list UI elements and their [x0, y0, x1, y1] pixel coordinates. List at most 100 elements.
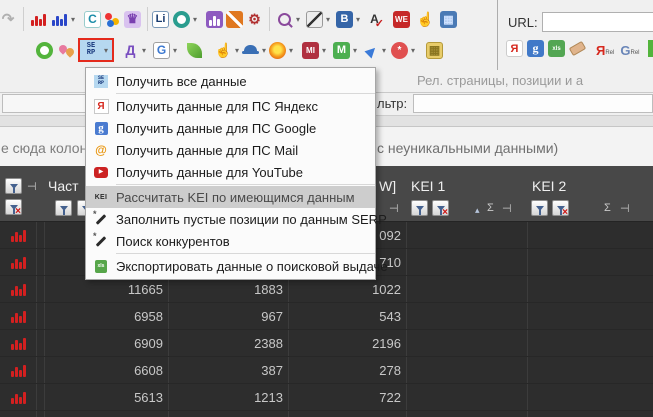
pin-icon[interactable]: ⊣ — [502, 204, 512, 215]
white-bars-icon — [209, 12, 220, 26]
pin-icon[interactable]: ⊣ — [27, 182, 37, 193]
dropdown-caret[interactable]: ▾ — [353, 15, 363, 24]
red-robot-button[interactable]: * — [391, 41, 408, 59]
table-row[interactable]: 11665 1883 1022 — [0, 276, 653, 303]
dropdown-caret[interactable]: ▾ — [323, 15, 333, 24]
o-ring-button[interactable] — [36, 41, 53, 59]
colored-dots-button[interactable] — [104, 11, 121, 28]
row-chart-icon[interactable] — [10, 363, 26, 377]
purple-chart-button[interactable] — [206, 10, 223, 28]
dropdown-caret[interactable]: ▾ — [190, 15, 200, 24]
filter-funnel-button[interactable] — [55, 200, 72, 216]
menu-item-get-youtube[interactable]: ▶ Получить данные для YouTube — [86, 161, 375, 183]
filter-funnel-button[interactable] — [411, 200, 428, 216]
header-w-fragment[interactable]: W] — [379, 178, 396, 194]
filter-funnel-button[interactable] — [531, 200, 548, 216]
clipped-toolbar-icon[interactable] — [648, 40, 653, 57]
dropdown-caret[interactable]: ▾ — [408, 46, 418, 55]
header-kei1[interactable]: KEI 1 — [411, 178, 445, 194]
row-chart-icon[interactable] — [10, 336, 26, 350]
eraser-button[interactable] — [568, 40, 587, 57]
serp-button-highlighted[interactable]: SE RP ▾ — [78, 38, 114, 62]
google-relevance-button[interactable]: G Rel — [620, 40, 639, 57]
menu-separator — [116, 184, 375, 185]
frequency-red-chart-button[interactable] — [30, 11, 47, 28]
row-chart-icon[interactable] — [10, 309, 26, 323]
toolbar-separator — [23, 7, 24, 31]
magic-wand-icon: * — [93, 231, 108, 248]
spellcheck-button[interactable]: A ✓ — [366, 11, 384, 30]
dropdown-caret[interactable]: ▾ — [101, 46, 111, 55]
pin-icon[interactable]: ⊣ — [389, 204, 399, 215]
url-input[interactable] — [542, 12, 653, 32]
tools-wrench-button[interactable]: ⚙ — [246, 11, 263, 28]
xls-export-button[interactable]: xls — [548, 40, 565, 57]
package-box-button[interactable]: ▦ — [426, 41, 443, 59]
graph-popup-button[interactable] — [306, 10, 323, 28]
calculator-button[interactable]: ▦ — [440, 10, 457, 28]
search-button[interactable] — [276, 11, 293, 28]
header-frequency[interactable]: Част — [48, 178, 79, 194]
row-chart-icon[interactable] — [10, 282, 26, 296]
yandex-relevance-button[interactable]: Я Rel — [596, 40, 614, 57]
dropdown-caret[interactable]: ▾ — [139, 46, 149, 55]
filter-clear-button[interactable]: × — [552, 200, 569, 218]
menu-item-find-competitors[interactable]: * Поиск конкурентов — [86, 230, 375, 252]
dropdown-caret[interactable]: ▾ — [319, 46, 329, 55]
dropdown-caret[interactable]: ▾ — [170, 46, 180, 55]
spy-hat-button[interactable] — [242, 42, 259, 59]
google-button[interactable]: g — [527, 40, 544, 57]
fireball-button[interactable] — [269, 41, 286, 59]
we-service-button[interactable]: WE — [393, 10, 410, 28]
dropdown-caret[interactable]: ▾ — [286, 46, 296, 55]
dropdown-caret[interactable]: ▾ — [68, 15, 78, 24]
yandex-button[interactable]: Я — [506, 40, 523, 57]
hand-button[interactable]: ☝ — [417, 11, 434, 28]
coin-button[interactable] — [173, 10, 190, 28]
mi-service-button[interactable]: MI — [302, 41, 319, 59]
sigma-summary-button[interactable]: Σ — [487, 203, 494, 214]
sigma-summary-button[interactable]: Σ — [604, 203, 611, 214]
filter-input-right[interactable] — [413, 94, 653, 113]
arrow-up-right-button[interactable]: ▶ — [358, 38, 382, 62]
filter-funnel-button[interactable] — [5, 178, 22, 194]
orange-chart-button[interactable] — [226, 10, 243, 28]
leaf-button[interactable] — [186, 42, 203, 59]
xls-icon: xls — [95, 259, 107, 273]
google-g-button[interactable]: G — [153, 41, 170, 59]
menu-item-get-all-data[interactable]: SE RP Получить все данные — [86, 70, 375, 92]
serp-icon: SE RP — [94, 74, 108, 88]
menu-item-get-mail[interactable]: @ Получить данные для ПС Mail — [86, 139, 375, 161]
dropdown-caret[interactable]: ▾ — [232, 46, 242, 55]
redo-icon[interactable]: ↷ — [1, 11, 15, 28]
crown-button[interactable]: ♛ — [124, 10, 141, 28]
table-row[interactable]: 5613 1213 722 — [0, 384, 653, 411]
b-service-button[interactable]: B — [336, 10, 353, 28]
table-row[interactable]: 6608 387 278 — [0, 357, 653, 384]
map-pins-button[interactable] — [57, 42, 76, 59]
direct-d-button[interactable]: Д — [122, 42, 139, 59]
filter-clear-button[interactable]: × — [5, 199, 22, 217]
m-service-button[interactable]: M — [333, 41, 350, 59]
row-chart-icon[interactable] — [10, 228, 26, 242]
frequency-blue-chart-button[interactable] — [51, 11, 68, 28]
table-row[interactable]: 4817 745 418 — [0, 411, 653, 417]
menu-item-calculate-kei[interactable]: KEI Рассчитать KEI по имеющимся данным — [86, 186, 375, 208]
dropdown-caret[interactable]: ▾ — [259, 46, 269, 55]
row-chart-icon[interactable] — [10, 390, 26, 404]
filter-clear-button[interactable]: × — [432, 200, 449, 218]
menu-item-get-yandex[interactable]: Я Получить данные для ПС Яндекс — [86, 95, 375, 117]
table-row[interactable]: 6958 967 543 — [0, 303, 653, 330]
header-kei2[interactable]: KEI 2 — [532, 178, 566, 194]
menu-item-export-serp-data[interactable]: xls Экспортировать данные о поисковой вы… — [86, 255, 388, 277]
menu-item-get-google[interactable]: g Получить данные для ПС Google — [86, 117, 375, 139]
non-unique-data-note: с неуникальными данными) — [377, 140, 559, 156]
hand-2-button[interactable]: ☝ — [215, 42, 232, 59]
collect-c-button[interactable]: C — [84, 10, 101, 28]
table-row[interactable]: 6909 2388 2196 — [0, 330, 653, 357]
row-chart-icon[interactable] — [10, 255, 26, 269]
pin-icon[interactable]: ⊣ — [620, 204, 630, 215]
menu-item-fill-positions[interactable]: * Заполнить пустые позиции по данным SER… — [86, 208, 387, 230]
liveinternet-button[interactable]: Li — [152, 10, 169, 28]
dropdown-caret[interactable]: ▾ — [293, 15, 303, 24]
